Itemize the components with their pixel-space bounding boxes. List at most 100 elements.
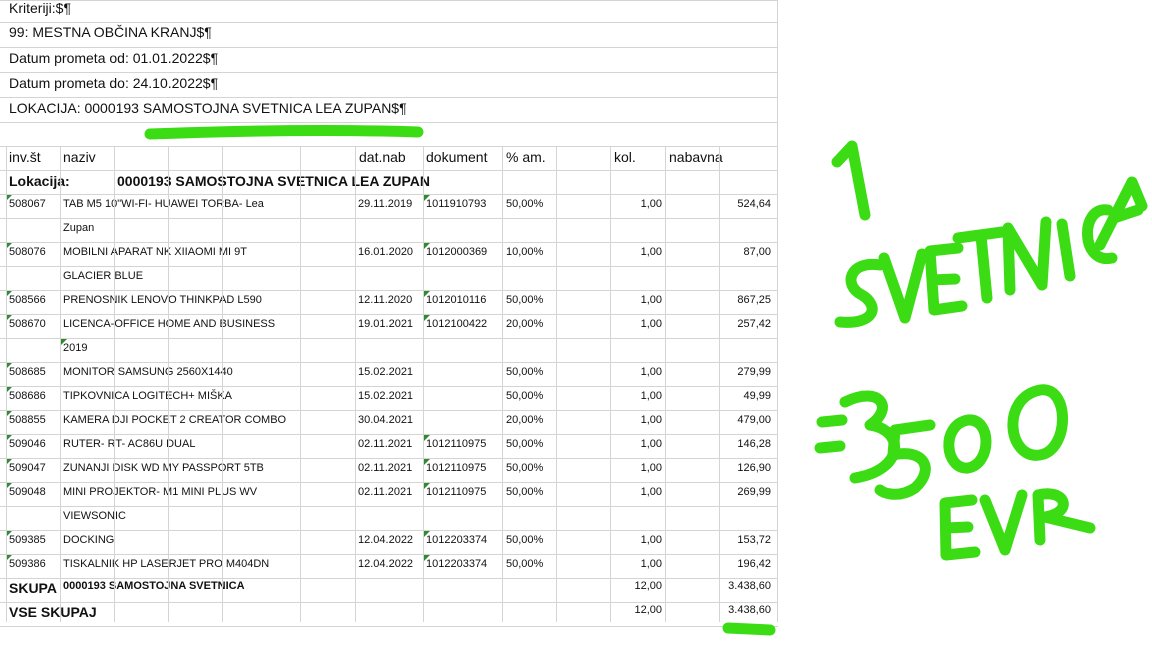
criteria-date-from: Datum prometa od: 01.01.2022$¶	[9, 50, 219, 66]
grid-line	[0, 530, 778, 531]
cell-naziv: VIEWSONIC	[63, 510, 126, 522]
digit-three-stroke	[839, 390, 900, 484]
cell-inv: 508076	[9, 246, 46, 258]
grid-line	[0, 386, 778, 387]
cell-inv: 508670	[9, 318, 46, 330]
equals-sign-stroke	[814, 414, 848, 454]
grid-line	[6, 146, 7, 622]
cell-dokument: 1012000369	[426, 246, 488, 258]
cell-dat-nab: 02.11.2021	[358, 486, 413, 498]
grid-line	[665, 146, 666, 622]
cell-am: 10,00%	[506, 246, 544, 258]
cell-inv: 508566	[9, 294, 46, 306]
cell-dat-nab: 02.11.2021	[358, 462, 413, 474]
grid-line	[0, 97, 778, 98]
grid-line	[60, 146, 61, 622]
column-header-naziv: naziv	[63, 149, 96, 165]
digit-zero-stroke	[943, 414, 992, 474]
grid-line	[0, 194, 778, 195]
criteria-location: LOKACIJA: 0000193 SAMOSTOJNA SVETNICA LE…	[9, 100, 407, 116]
cell-naziv: DOCKING	[63, 534, 115, 546]
cell-dat-nab: 16.01.2020	[358, 246, 414, 258]
grid-line	[0, 47, 778, 48]
cell-dat-nab: 12.04.2022	[358, 534, 414, 546]
grid-line	[0, 626, 778, 627]
grid-line	[222, 146, 223, 622]
cell-inv: 509046	[9, 438, 46, 450]
grid-line	[168, 146, 169, 622]
criteria-municipality: 99: MESTNA OBČINA KRANJ$¶	[9, 24, 212, 40]
grid-line	[0, 338, 778, 339]
digit-zero-stroke	[1007, 384, 1068, 461]
cell-am: 50,00%	[506, 438, 544, 450]
column-header-dokument: dokument	[426, 149, 488, 165]
grid-line	[0, 434, 778, 435]
grid-line	[0, 22, 778, 23]
letter-r-stroke	[1032, 488, 1096, 546]
cell-dat-nab: 12.04.2022	[358, 558, 414, 570]
letter-s-stroke	[834, 258, 886, 328]
cell-naziv: TISKALNIK HP LASERJET PRO M404DN	[63, 558, 270, 570]
grid-line	[0, 554, 778, 555]
cell-dokument: 1012110975	[426, 462, 487, 474]
cell-marker-triangle	[424, 243, 430, 249]
grid-line	[300, 146, 301, 622]
cell-dat-nab: 19.01.2021	[358, 318, 414, 330]
cell-am: 50,00%	[506, 390, 544, 402]
column-header-dat-nab: dat.nab	[359, 149, 406, 165]
cell-marker-triangle	[424, 483, 430, 489]
cell-dokument: 1012110975	[426, 438, 487, 450]
cell-dokument: 1012010116	[426, 294, 487, 306]
cell-naziv: Zupan	[63, 222, 95, 234]
grid-line	[0, 506, 778, 507]
location-value: 0000193 SAMOSTOJNA SVETNICA LEA ZUPAN	[117, 173, 431, 189]
grid-line	[355, 146, 356, 622]
digit-one-stroke	[831, 140, 871, 221]
letter-e-stroke	[939, 494, 981, 561]
cell-inv: 509385	[9, 534, 46, 546]
cell-naziv: TIPKOVNICA LOGITECH+ MIŠKA	[63, 390, 233, 402]
column-header-kol: kol.	[614, 149, 636, 165]
cell-dokument: 1012100422	[426, 318, 488, 330]
grid-line	[719, 146, 720, 622]
letter-v-stroke	[979, 489, 1028, 556]
letter-v-stroke	[878, 248, 928, 324]
cell-am: 50,00%	[506, 558, 544, 570]
cell-dat-nab: 15.02.2021	[358, 366, 414, 378]
cell-naziv: KAMERA DJI POCKET 2 CREATOR COMBO	[63, 414, 287, 426]
grid-line	[0, 362, 778, 363]
grid-line	[0, 146, 778, 147]
column-header-nabavna: nabavna	[669, 149, 723, 165]
cell-marker-triangle	[424, 531, 430, 537]
letter-c-stroke	[1082, 204, 1118, 264]
cell-am: 50,00%	[506, 366, 544, 378]
cell-dokument: 1011910793	[426, 198, 487, 210]
subtotal-name: 0000193 SAMOSTOJNA SVETNICA	[63, 580, 245, 592]
grid-line	[0, 0, 778, 1]
cell-marker-triangle	[424, 555, 430, 561]
cell-naziv: GLACIER BLUE	[63, 270, 144, 282]
cell-marker-triangle	[424, 435, 430, 441]
cell-marker-triangle	[61, 339, 67, 345]
column-header-am: % am.	[506, 149, 546, 165]
grid-line	[777, 0, 778, 622]
total-label: VSE SKUPAJ	[9, 604, 97, 620]
cell-marker-triangle	[424, 459, 430, 465]
grid-line	[0, 458, 778, 459]
grid-line	[114, 146, 115, 622]
cell-naziv: LICENCA-OFFICE HOME AND BUSINESS	[63, 318, 276, 330]
grid-line	[0, 290, 778, 291]
grid-line	[0, 72, 778, 73]
cell-naziv: PRENOSNIK LENOVO THINKPAD L590	[63, 294, 262, 306]
grid-line	[0, 314, 778, 315]
cell-am: 50,00%	[506, 462, 544, 474]
grid-line	[0, 170, 778, 171]
cell-inv: 508855	[9, 414, 46, 426]
cell-dokument: 1012203374	[426, 534, 488, 546]
cell-dokument: 1012203374	[426, 558, 488, 570]
grid-line	[0, 122, 778, 123]
cell-naziv: MINI PROJEKTOR- M1 MINI PLUS WV	[63, 486, 258, 498]
grid-line	[0, 266, 778, 267]
cell-marker-triangle	[424, 315, 430, 321]
criteria-title: Kriteriji:$¶	[9, 0, 71, 16]
